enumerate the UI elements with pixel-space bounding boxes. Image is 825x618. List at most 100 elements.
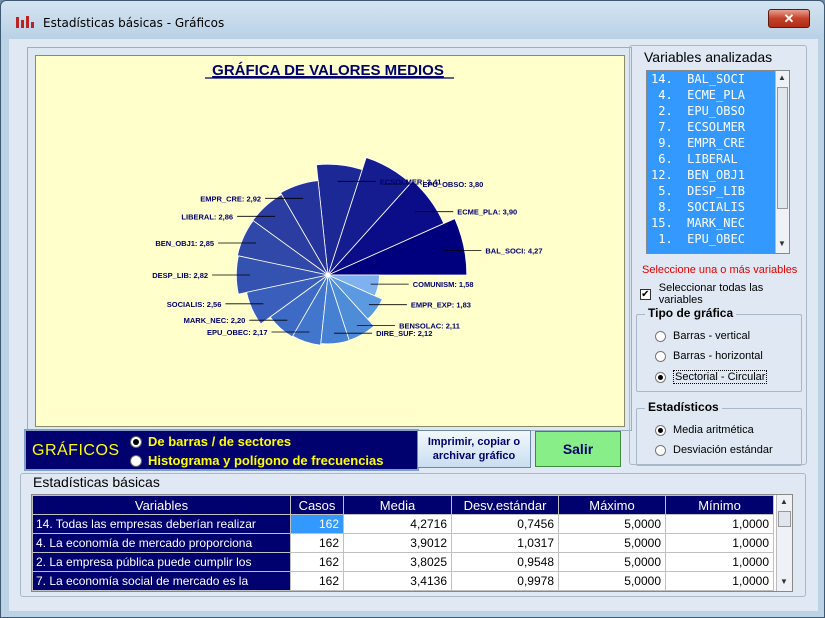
radio-selected-icon[interactable] — [655, 371, 666, 383]
column-header[interactable]: Mínimo — [665, 495, 774, 515]
chart-panel: GRÁFICA DE VALORES MEDIOS BAL_SOCI: 4,27… — [27, 47, 632, 431]
cell-desv[interactable]: 0,7456 — [451, 514, 559, 534]
cell-minimo[interactable]: 1,0000 — [665, 514, 774, 534]
client-area: GRÁFICA DE VALORES MEDIOS BAL_SOCI: 4,27… — [9, 39, 818, 611]
radio-icon[interactable] — [130, 454, 142, 467]
cell-variable[interactable]: 14. Todas las empresas deberían realizar — [32, 514, 291, 534]
list-item[interactable]: 14. BAL_SOCI — [647, 71, 789, 87]
scroll-thumb[interactable] — [778, 511, 791, 527]
stats-grid[interactable]: Variables Casos Media Desv.estándar Máxi… — [31, 494, 793, 592]
cell-minimo[interactable]: 1,0000 — [665, 533, 774, 553]
option-label: Barras - vertical — [673, 330, 751, 342]
variables-listbox[interactable]: 14. BAL_SOCI 4. ECME_PLA 2. EPU_OBSO 7. … — [646, 70, 790, 254]
column-header[interactable]: Casos — [290, 495, 344, 515]
variables-scrollbar[interactable]: ▲ ▼ — [775, 71, 789, 253]
cell-variable[interactable]: 4. La economía de mercado proporciona — [32, 533, 291, 553]
slice-label: BENSOLAC: 2,11 — [399, 322, 460, 331]
chart-title: GRÁFICA DE VALORES MEDIOS — [212, 62, 444, 79]
radio-icon[interactable] — [655, 330, 666, 342]
slice-label: MARK_NEC: 2,20 — [184, 316, 246, 325]
option-label: Barras - horizontal — [673, 350, 763, 362]
option-label: Histograma y polígono de frecuencias — [148, 453, 384, 468]
list-item[interactable]: 5. DESP_LIB — [647, 183, 789, 199]
list-item[interactable]: 1. EPU_OBEC — [647, 231, 789, 247]
list-item[interactable]: 12. BEN_OBJ1 — [647, 167, 789, 183]
column-header[interactable]: Máximo — [558, 495, 666, 515]
option-barras-sectores[interactable]: De barras / de sectores — [130, 433, 291, 450]
graficos-label: GRÁFICOS — [32, 442, 120, 459]
column-header[interactable]: Variables — [32, 495, 291, 515]
scroll-thumb[interactable] — [777, 87, 788, 209]
grid-scrollbar[interactable]: ▲ ▼ — [776, 495, 792, 591]
chart-area: GRÁFICA DE VALORES MEDIOS BAL_SOCI: 4,27… — [35, 55, 625, 427]
radio-icon[interactable] — [655, 350, 666, 362]
graficos-panel: GRÁFICOS De barras / de sectores Histogr… — [24, 429, 419, 471]
statistics-title: Estadísticos — [645, 400, 722, 414]
cell-maximo[interactable]: 5,0000 — [558, 514, 666, 534]
exit-button[interactable]: Salir — [535, 431, 621, 467]
scroll-down-icon[interactable]: ▼ — [780, 577, 788, 586]
list-item[interactable]: 15. MARK_NEC — [647, 215, 789, 231]
slice-label: LIBERAL: 2,86 — [181, 212, 233, 221]
stats-title: Estadísticas básicas — [33, 474, 160, 490]
cell-casos[interactable]: 162 — [290, 552, 344, 572]
list-item[interactable]: 2. EPU_OBSO — [647, 103, 789, 119]
option-histograma[interactable]: Histograma y polígono de frecuencias — [130, 452, 384, 469]
scroll-down-icon[interactable]: ▼ — [778, 239, 786, 248]
scroll-up-icon[interactable]: ▲ — [778, 73, 786, 82]
cell-desv[interactable]: 0,9548 — [451, 552, 559, 572]
close-button[interactable]: ✕ — [768, 9, 810, 28]
column-header[interactable]: Desv.estándar — [451, 495, 559, 515]
list-item[interactable]: 6. LIBERAL — [647, 151, 789, 167]
option-label: De barras / de sectores — [148, 434, 292, 449]
radio-barras-horizontal[interactable]: Barras - horizontal — [655, 350, 763, 362]
list-item[interactable]: 4. ECME_PLA — [647, 87, 789, 103]
slice-label: DIRE_SUF: 2,12 — [376, 329, 432, 338]
slice-label: ECSOLMER: 3,41 — [380, 177, 442, 186]
cell-media[interactable]: 4,2716 — [343, 514, 452, 534]
radio-icon[interactable] — [655, 444, 666, 456]
basic-stats-panel: Estadísticas básicas Variables Casos Med… — [20, 473, 806, 597]
radio-selected-icon[interactable] — [655, 424, 666, 436]
app-icon — [16, 16, 34, 28]
radio-barras-vertical[interactable]: Barras - vertical — [655, 330, 750, 342]
cell-desv[interactable]: 0,9978 — [451, 571, 559, 591]
cell-minimo[interactable]: 1,0000 — [665, 571, 774, 591]
slice-label: DESP_LIB: 2,82 — [152, 271, 208, 280]
select-all-label: Seleccionar todas las variables — [658, 282, 764, 306]
select-all-checkbox[interactable]: ✔ Seleccionar todas las variables — [640, 282, 806, 306]
cell-variable[interactable]: 7. La economía social de mercado es la — [32, 571, 291, 591]
radio-media-aritmetica[interactable]: Media aritmética — [655, 424, 754, 436]
column-header[interactable]: Media — [343, 495, 452, 515]
cell-minimo[interactable]: 1,0000 — [665, 552, 774, 572]
cell-maximo[interactable]: 5,0000 — [558, 552, 666, 572]
table-row[interactable]: 7. La economía social de mercado es la 1… — [32, 571, 774, 591]
table-row[interactable]: 14. Todas las empresas deberían realizar… — [32, 514, 774, 534]
slice-label: COMUNISM: 1,58 — [413, 280, 474, 289]
radio-selected-icon[interactable] — [130, 435, 142, 448]
print-copy-archive-button[interactable]: Imprimir, copiar o archivar gráfico — [417, 430, 531, 468]
radio-desviacion-estandar[interactable]: Desviación estándar — [655, 444, 773, 456]
radio-sectorial-circular[interactable]: Sectorial - Circular — [655, 370, 768, 384]
checkmark-icon[interactable]: ✔ — [640, 288, 651, 300]
cell-media[interactable]: 3,9012 — [343, 533, 452, 553]
table-row[interactable]: 2. La empresa pública puede cumplir los … — [32, 552, 774, 572]
cell-media[interactable]: 3,8025 — [343, 552, 452, 572]
cell-casos[interactable]: 162 — [290, 533, 344, 553]
list-item[interactable]: 9. EMPR_CRE — [647, 135, 789, 151]
table-row[interactable]: 4. La economía de mercado proporciona 16… — [32, 533, 774, 553]
slice-label: SOCIALIS: 2,56 — [167, 300, 222, 309]
cell-media[interactable]: 3,4136 — [343, 571, 452, 591]
list-item[interactable]: 7. ECSOLMER — [647, 119, 789, 135]
list-item[interactable]: 8. SOCIALIS — [647, 199, 789, 215]
title-bar[interactable]: Estadísticas básicas - Gráficos ✕ — [1, 1, 824, 39]
cell-maximo[interactable]: 5,0000 — [558, 571, 666, 591]
cell-variable[interactable]: 2. La empresa pública puede cumplir los — [32, 552, 291, 572]
cell-casos[interactable]: 162 — [290, 514, 344, 534]
cell-desv[interactable]: 1,0317 — [451, 533, 559, 553]
cell-maximo[interactable]: 5,0000 — [558, 533, 666, 553]
table-header-row: Variables Casos Media Desv.estándar Máxi… — [32, 495, 774, 515]
scroll-up-icon[interactable]: ▲ — [780, 497, 788, 506]
slice-label: ECME_PLA: 3,90 — [457, 208, 517, 217]
cell-casos[interactable]: 162 — [290, 571, 344, 591]
